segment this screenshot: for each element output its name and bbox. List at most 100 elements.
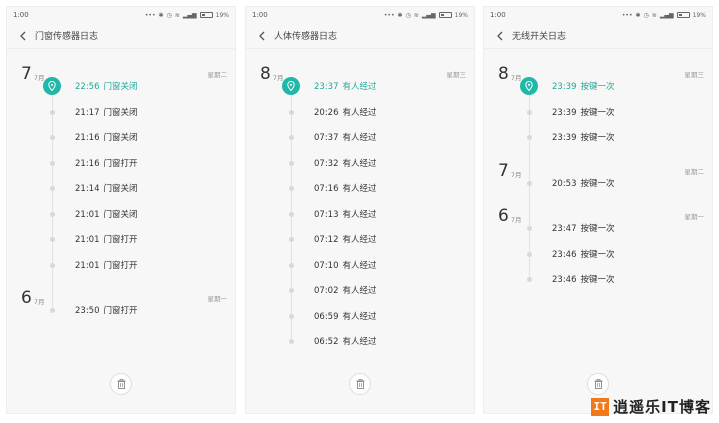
log-entry-text: 07:13 有人经过 — [314, 208, 377, 220]
log-entry-time: 06:52 — [314, 337, 339, 347]
log-entry-time: 21:14 — [75, 184, 100, 194]
log-entry-text: 07:02 有人经过 — [314, 284, 377, 296]
title-bar: 无线开关日志 — [484, 23, 712, 49]
log-entry: 23:46 按键一次 — [484, 270, 712, 288]
screen-wireless-switch-log: 1:00 ••• ✱ ◷ ≋ ▂▄▆ 19% 无线开关日志 8 7月 星期三 23:39 按键一次 23:… — [483, 6, 713, 414]
bluetooth-icon: ✱ — [158, 11, 164, 19]
log-entry: 07:37 有人经过 — [246, 128, 474, 146]
status-icons: ••• ✱ ◷ ≋ ▂▄▆ 19% — [145, 12, 229, 19]
log-entry-time: 23:39 — [552, 133, 577, 143]
log-entry-event: 有人经过 — [342, 209, 377, 220]
status-time: 1:00 — [13, 11, 29, 19]
log-entry: 23:47 按键一次 — [484, 219, 712, 237]
log-entry-event: 有人经过 — [342, 311, 377, 322]
log-entry-text: 07:12 有人经过 — [314, 233, 377, 245]
timeline-dot-icon — [289, 237, 294, 242]
watermark-logo: IT 逍遥乐IT博客 — [591, 396, 711, 417]
log-entry-time: 21:01 — [75, 260, 100, 271]
log-entry-text: 23:39 按键一次 — [552, 106, 615, 118]
timeline-dot-icon — [50, 237, 55, 242]
dots-icon: ••• — [621, 11, 633, 19]
log-entry-text: 22:56 门窗关闭 — [75, 80, 138, 92]
watermark-text: 逍遥乐IT博客 — [613, 398, 711, 416]
log-entry-time: 07:02 — [314, 286, 339, 296]
log-entry-event: 按键一次 — [580, 133, 615, 143]
log-entry-time: 21:17 — [75, 107, 100, 118]
timeline-dot-icon — [527, 277, 532, 282]
delete-button[interactable] — [110, 373, 132, 395]
wifi-icon: ≋ — [651, 11, 657, 19]
timeline-dot-icon — [289, 135, 294, 140]
title-bar: 人体传感器日志 — [246, 23, 474, 49]
timeline-dot-icon — [527, 180, 532, 186]
log-entry-text: 07:16 有人经过 — [314, 182, 377, 194]
log-entry-event: 按键一次 — [580, 82, 615, 92]
back-button[interactable] — [15, 28, 31, 44]
log-entry-time: 06:59 — [314, 311, 339, 322]
timeline-dot-icon — [289, 339, 294, 344]
status-bar: 1:00 ••• ✱ ◷ ≋ ▂▄▆ 19% — [484, 7, 712, 23]
log-entry-time: 23:39 — [552, 107, 577, 118]
log-entry-event: 门窗关闭 — [103, 82, 138, 92]
log-entry-event: 门窗关闭 — [103, 107, 138, 118]
log-entry-time: 23:46 — [552, 249, 577, 260]
timeline-dot-icon — [289, 109, 294, 115]
log-entry-event: 按键一次 — [580, 275, 615, 285]
log-timeline: 8 7月 星期三 23:39 按键一次 23:39 按键一次 23:39 按键一次 7 7月 星期二 2… — [484, 49, 712, 413]
log-entry-time: 21:01 — [75, 235, 100, 245]
log-entry: 23:37 有人经过 — [246, 77, 474, 95]
log-entry: 21:16 门窗关闭 — [7, 128, 235, 146]
log-timeline: 7 7月 星期二 22:56 门窗关闭 21:17 门窗关闭 21:16 门窗关闭 21:16 门窗… — [7, 49, 235, 413]
log-entry: 21:01 门窗打开 — [7, 230, 235, 248]
back-button[interactable] — [254, 28, 270, 44]
chevron-left-icon — [497, 31, 503, 40]
log-entry-time: 23:39 — [552, 82, 577, 92]
log-entry-text: 23:50 门窗打开 — [75, 304, 138, 316]
log-entry-event: 门窗打开 — [103, 235, 138, 245]
log-timeline: 8 7月 星期三 23:37 有人经过 20:26 有人经过 07:37 有人经过 07:32 有人… — [246, 49, 474, 413]
status-time: 1:00 — [490, 11, 506, 19]
log-entry-time: 23:50 — [75, 306, 100, 316]
status-bar: 1:00 ••• ✱ ◷ ≋ ▂▄▆ 19% — [246, 7, 474, 23]
log-entry: 07:02 有人经过 — [246, 281, 474, 299]
log-entry-event: 有人经过 — [342, 158, 377, 169]
log-entry-text: 23:39 按键一次 — [552, 80, 615, 92]
delete-button[interactable] — [587, 373, 609, 395]
log-entry-time: 22:56 — [75, 82, 100, 92]
signal-icon: ▂▄▆ — [421, 11, 436, 19]
collage: 1:00 ••• ✱ ◷ ≋ ▂▄▆ 19% 门窗传感器日志 7 7月 星期二 22:56 门窗关闭 21… — [0, 0, 719, 423]
log-entry: 07:32 有人经过 — [246, 154, 474, 172]
log-entry-time: 23:37 — [314, 82, 339, 92]
log-entry: 21:01 门窗关闭 — [7, 205, 235, 223]
delete-button[interactable] — [349, 373, 371, 395]
alarm-icon: ◷ — [166, 11, 172, 19]
back-button[interactable] — [492, 28, 508, 44]
log-entry-text: 07:32 有人经过 — [314, 157, 377, 169]
status-bar: 1:00 ••• ✱ ◷ ≋ ▂▄▆ 19% — [7, 7, 235, 23]
log-entry: 20:53 按键一次 — [484, 174, 712, 192]
log-entry: 22:56 门窗关闭 — [7, 77, 235, 95]
log-entry: 20:26 有人经过 — [246, 103, 474, 121]
log-entry: 07:12 有人经过 — [246, 230, 474, 248]
log-entry-text: 21:01 门窗打开 — [75, 259, 138, 271]
log-entry-time: 07:37 — [314, 133, 339, 143]
log-entry-text: 23:47 按键一次 — [552, 222, 615, 234]
log-entry-time: 21:01 — [75, 209, 100, 220]
log-entry-time: 07:16 — [314, 184, 339, 194]
log-entry-text: 23:46 按键一次 — [552, 248, 615, 260]
log-entry-event: 按键一次 — [580, 249, 615, 260]
log-entry: 23:39 按键一次 — [484, 128, 712, 146]
page-title: 人体传感器日志 — [274, 32, 338, 42]
log-entry: 23:39 按键一次 — [484, 103, 712, 121]
log-entry-text: 21:17 门窗关闭 — [75, 106, 138, 118]
log-entry-time: 07:10 — [314, 260, 339, 271]
battery-icon — [199, 12, 213, 18]
log-entry-event: 按键一次 — [580, 178, 615, 189]
log-entry: 06:52 有人经过 — [246, 332, 474, 350]
log-entry-event: 按键一次 — [580, 107, 615, 118]
location-pin-icon — [520, 77, 538, 95]
log-entry-event: 有人经过 — [342, 235, 377, 245]
timeline-dot-icon — [50, 262, 55, 268]
bluetooth-icon: ✱ — [635, 11, 641, 19]
timeline-dot-icon — [289, 160, 294, 166]
